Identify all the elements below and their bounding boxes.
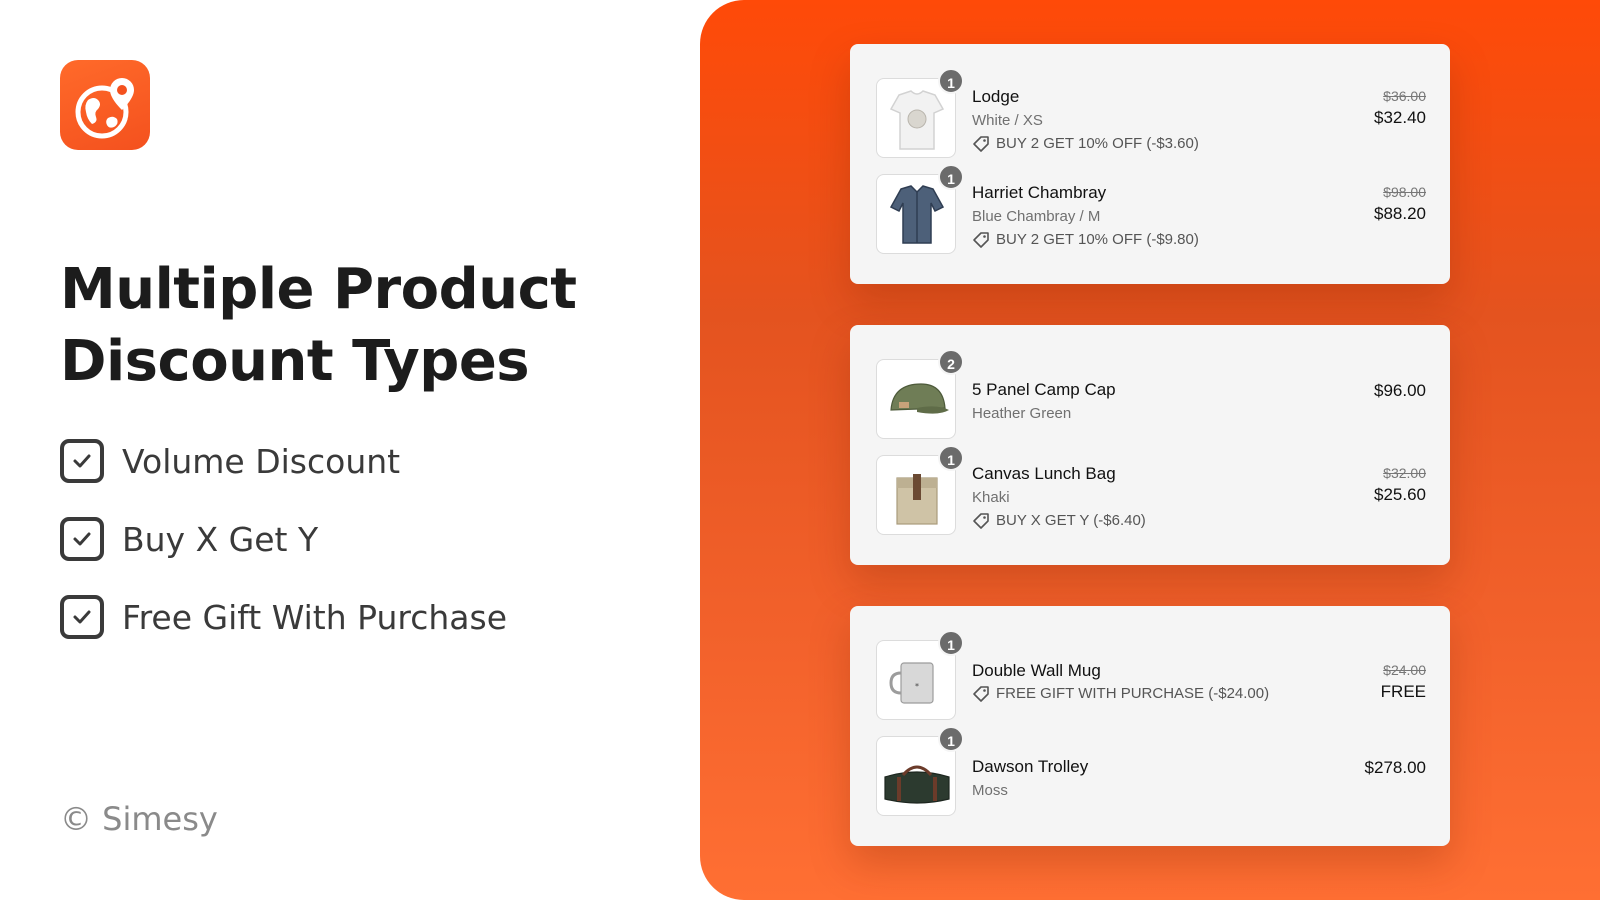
discount-line: BUY 2 GET 10% OFF (-$3.60) — [972, 133, 1302, 155]
product-variant: Heather Green — [972, 405, 1072, 422]
feature-label: Free Gift With Purchase — [122, 597, 507, 637]
headline-line-2: Discount Types — [60, 329, 530, 394]
discount-text: BUY 2 GET 10% OFF (-$9.80) — [996, 231, 1199, 248]
final-price: $88.20 — [1374, 204, 1426, 223]
discount-text: BUY X GET Y (-$6.40) — [996, 512, 1146, 529]
right-panel: 1 Lodge White / XS BUY 2 GET 10% OFF (-$… — [700, 0, 1600, 900]
product-variant: Moss — [972, 782, 1008, 799]
checkbox-checked-icon — [60, 595, 104, 639]
product-variant: Blue Chambray / M — [972, 208, 1101, 225]
app-logo — [60, 60, 150, 150]
product-name: Canvas Lunch Bag — [972, 464, 1116, 483]
discount-text: BUY 2 GET 10% OFF (-$3.60) — [996, 135, 1199, 152]
product-variant: White / XS — [972, 112, 1043, 129]
item-info: Double Wall Mug FREE GIFT WITH PURCHASE … — [972, 660, 1302, 705]
final-price: $32.40 — [1374, 108, 1426, 127]
line-item: 1 Harriet Chambray Blue Chambray / M BUY… — [876, 164, 1426, 254]
original-price: $36.00 — [1383, 88, 1426, 104]
final-price: $96.00 — [1374, 381, 1426, 400]
final-price: FREE — [1380, 682, 1426, 701]
tag-icon — [973, 232, 989, 248]
quantity-badge: 1 — [938, 68, 964, 94]
checkbox-checked-icon — [60, 439, 104, 483]
cart-card-volume-discount: 1 Lodge White / XS BUY 2 GET 10% OFF (-$… — [850, 44, 1450, 284]
discount-line: BUY X GET Y (-$6.40) — [972, 510, 1302, 532]
product-name: Lodge — [972, 87, 1020, 106]
final-price: $25.60 — [1374, 485, 1426, 504]
quantity-badge: 1 — [938, 445, 964, 471]
item-info: Canvas Lunch Bag Khaki BUY X GET Y (-$6.… — [972, 463, 1302, 532]
svg-text:*: * — [915, 682, 919, 691]
quantity-badge: 1 — [938, 164, 964, 190]
line-item: 1 Dawson Trolley Moss $278.00 — [876, 726, 1426, 816]
line-item: 2 5 Panel Camp Cap Heather Green $96.00 — [876, 349, 1426, 439]
item-info: Dawson Trolley Moss — [972, 756, 1302, 802]
product-name: Dawson Trolley — [972, 757, 1089, 776]
feature-list: Volume Discount Buy X Get Y Free Gift Wi… — [60, 439, 507, 674]
tag-icon — [973, 513, 989, 529]
item-info: 5 Panel Camp Cap Heather Green — [972, 379, 1302, 425]
tag-icon — [973, 686, 989, 702]
quantity-badge: 1 — [938, 630, 964, 656]
price-block: $98.00 $88.20 — [1374, 182, 1426, 226]
left-panel: Multiple Product Discount Types Volume D… — [0, 0, 700, 900]
tag-icon — [973, 136, 989, 152]
feature-label: Volume Discount — [122, 441, 401, 481]
headline-line-1: Multiple Product — [60, 257, 577, 322]
line-item: 1 Canvas Lunch Bag Khaki BUY X GET Y (-$… — [876, 445, 1426, 535]
price-block: $278.00 — [1365, 756, 1426, 780]
feature-item: Volume Discount — [60, 439, 507, 483]
original-price: $32.00 — [1383, 465, 1426, 481]
price-block: $36.00 $32.40 — [1374, 86, 1426, 130]
quantity-badge: 1 — [938, 726, 964, 752]
feature-item: Buy X Get Y — [60, 517, 507, 561]
price-block: $96.00 — [1374, 379, 1426, 403]
product-name: 5 Panel Camp Cap — [972, 380, 1116, 399]
quantity-badge: 2 — [938, 349, 964, 375]
item-info: Harriet Chambray Blue Chambray / M BUY 2… — [972, 182, 1302, 251]
original-price: $24.00 — [1383, 662, 1426, 678]
line-item: * 1 Double Wall Mug FREE GIFT WITH PURCH… — [876, 630, 1426, 720]
feature-item: Free Gift With Purchase — [60, 595, 507, 639]
checkbox-checked-icon — [60, 517, 104, 561]
globe-location-icon — [75, 78, 134, 139]
price-block: $24.00 FREE — [1381, 660, 1426, 704]
discount-text: FREE GIFT WITH PURCHASE (-$24.00) — [996, 685, 1270, 702]
cart-card-buy-x-get-y: 2 5 Panel Camp Cap Heather Green $96.00 … — [850, 325, 1450, 565]
original-price: $98.00 — [1383, 184, 1426, 200]
headline: Multiple Product Discount Types — [60, 254, 660, 398]
discount-line: BUY 2 GET 10% OFF (-$9.80) — [972, 229, 1302, 251]
item-info: Lodge White / XS BUY 2 GET 10% OFF (-$3.… — [972, 86, 1302, 155]
product-name: Harriet Chambray — [972, 183, 1107, 202]
product-variant: Khaki — [972, 489, 1010, 506]
copyright-text: © Simesy — [60, 800, 218, 838]
line-item: 1 Lodge White / XS BUY 2 GET 10% OFF (-$… — [876, 68, 1426, 158]
discount-line: FREE GIFT WITH PURCHASE (-$24.00) — [972, 683, 1302, 705]
price-block: $32.00 $25.60 — [1374, 463, 1426, 507]
final-price: $278.00 — [1364, 758, 1426, 777]
feature-label: Buy X Get Y — [122, 519, 319, 559]
product-name: Double Wall Mug — [972, 661, 1101, 680]
cart-card-free-gift: * 1 Double Wall Mug FREE GIFT WITH PURCH… — [850, 606, 1450, 846]
